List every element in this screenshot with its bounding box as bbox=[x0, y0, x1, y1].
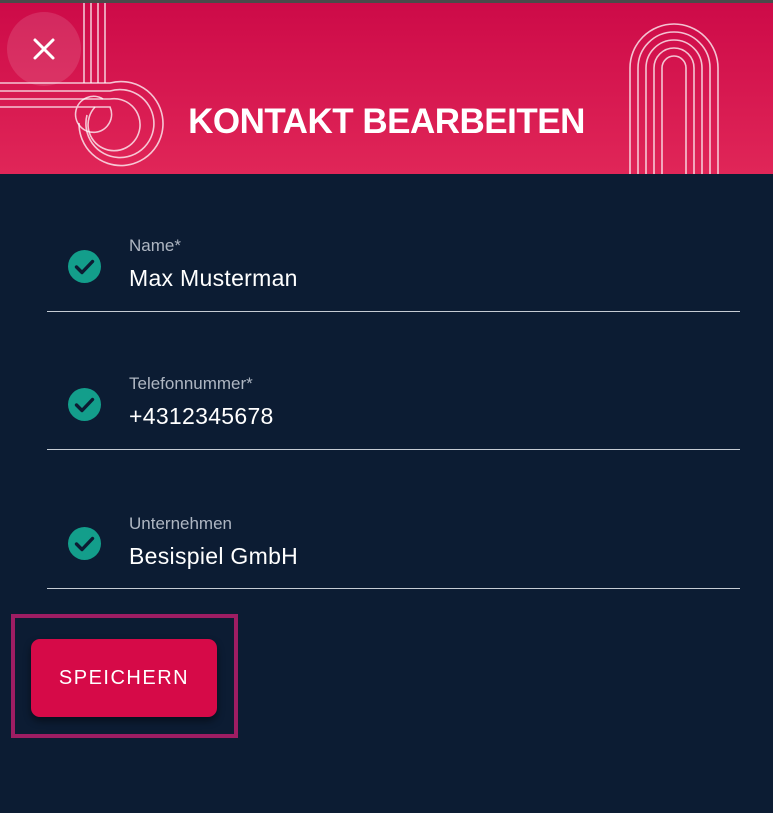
check-circle-icon bbox=[68, 388, 101, 421]
phone-field[interactable]: Telefonnummer* +4312345678 bbox=[47, 312, 740, 450]
check-circle-icon bbox=[68, 250, 101, 283]
phone-label: Telefonnummer* bbox=[129, 374, 253, 393]
close-icon bbox=[33, 38, 55, 60]
company-label: Unternehmen bbox=[129, 514, 233, 533]
check-circle-icon bbox=[68, 527, 101, 560]
dialog-header: KONTAKT BEARBEITEN bbox=[0, 3, 773, 174]
phone-value[interactable]: +4312345678 bbox=[129, 401, 274, 431]
company-field[interactable]: Unternehmen Besispiel GmbH bbox=[47, 451, 740, 589]
company-value[interactable]: Besispiel GmbH bbox=[129, 541, 298, 571]
close-button[interactable] bbox=[7, 12, 81, 86]
save-button[interactable]: SPEICHERN bbox=[31, 639, 217, 717]
header-decoration bbox=[0, 3, 719, 174]
dialog-title: KONTAKT BEARBEITEN bbox=[188, 102, 585, 141]
name-value[interactable]: Max Musterman bbox=[129, 263, 298, 293]
name-label: Name* bbox=[129, 236, 181, 255]
name-field[interactable]: Name* Max Musterman bbox=[47, 174, 740, 312]
